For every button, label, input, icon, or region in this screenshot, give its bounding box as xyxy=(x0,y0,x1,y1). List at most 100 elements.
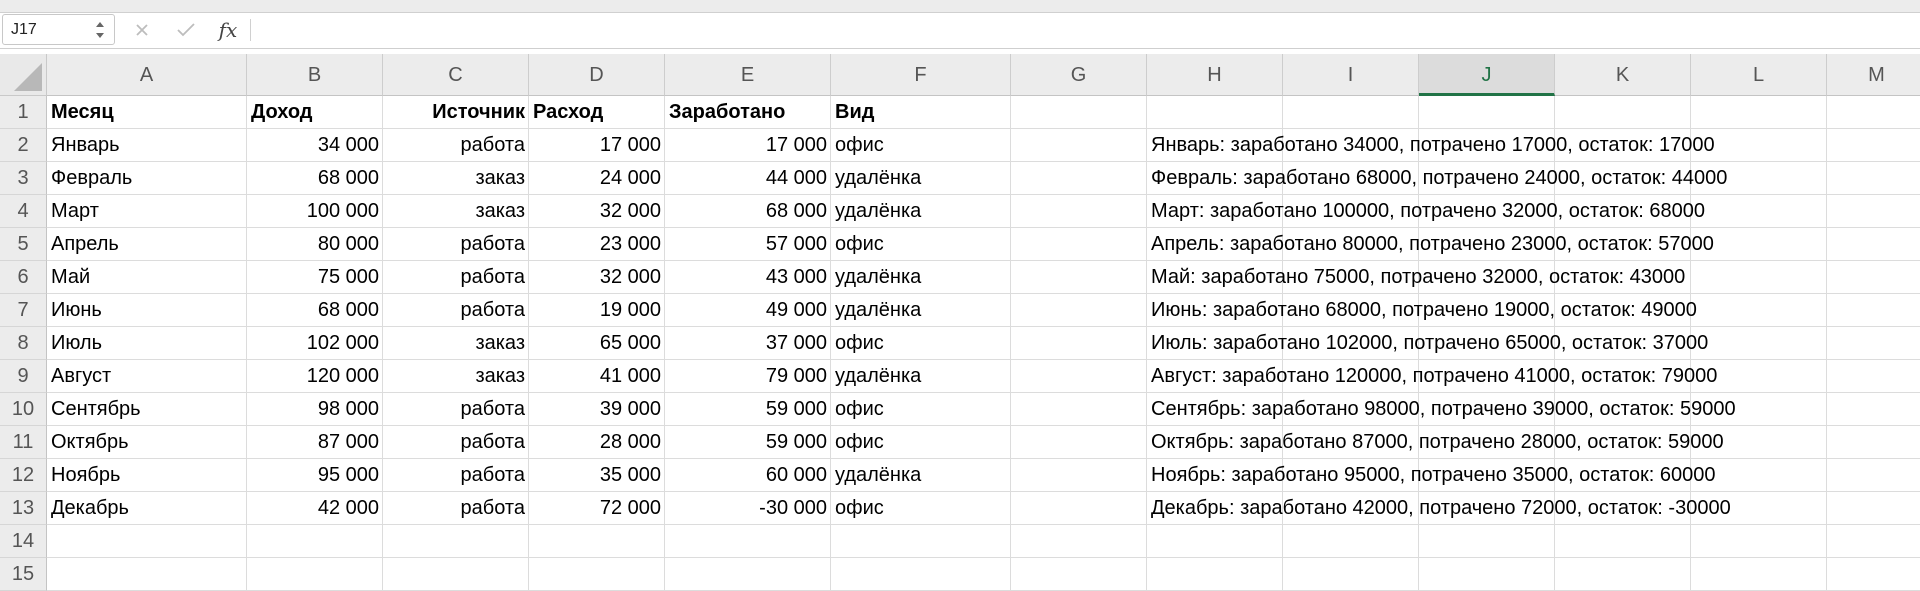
table-cell-kind[interactable]: удалёнка xyxy=(831,294,1011,327)
empty-cell[interactable] xyxy=(1827,261,1920,294)
empty-cell[interactable] xyxy=(1691,96,1827,129)
name-box[interactable]: J17 xyxy=(2,14,115,45)
table-cell-earned[interactable]: 68 000 xyxy=(665,195,831,228)
table-cell-source[interactable]: работа xyxy=(383,129,529,162)
empty-cell[interactable] xyxy=(1419,96,1555,129)
empty-cell[interactable] xyxy=(1011,360,1147,393)
cancel-icon[interactable] xyxy=(128,16,156,44)
select-all-corner[interactable] xyxy=(0,54,47,96)
empty-cell[interactable] xyxy=(665,558,831,591)
empty-cell[interactable] xyxy=(665,525,831,558)
table-cell-kind[interactable]: офис xyxy=(831,228,1011,261)
empty-cell[interactable] xyxy=(1827,558,1920,591)
empty-cell[interactable] xyxy=(1011,393,1147,426)
table-cell-source[interactable]: заказ xyxy=(383,360,529,393)
empty-cell[interactable] xyxy=(383,525,529,558)
table-cell-expense[interactable]: 65 000 xyxy=(529,327,665,360)
empty-cell[interactable] xyxy=(383,558,529,591)
table-cell-kind[interactable]: удалёнка xyxy=(831,261,1011,294)
row-header-6[interactable]: 6 xyxy=(0,261,47,294)
empty-cell[interactable] xyxy=(1827,327,1920,360)
table-cell-source[interactable]: заказ xyxy=(383,162,529,195)
table-cell-source[interactable]: работа xyxy=(383,294,529,327)
empty-cell[interactable] xyxy=(1283,525,1419,558)
table-cell-income[interactable]: 75 000 xyxy=(247,261,383,294)
empty-cell[interactable] xyxy=(1827,228,1920,261)
table-cell-earned[interactable]: 57 000 xyxy=(665,228,831,261)
table-cell-income[interactable]: 120 000 xyxy=(247,360,383,393)
table-cell-earned[interactable]: 44 000 xyxy=(665,162,831,195)
empty-cell[interactable] xyxy=(1011,327,1147,360)
row-header-4[interactable]: 4 xyxy=(0,195,47,228)
empty-cell[interactable] xyxy=(1827,492,1920,525)
empty-cell[interactable] xyxy=(1011,558,1147,591)
table-cell-expense[interactable]: 35 000 xyxy=(529,459,665,492)
empty-cell[interactable] xyxy=(1011,261,1147,294)
row-header-1[interactable]: 1 xyxy=(0,96,47,129)
empty-cell[interactable] xyxy=(529,525,665,558)
column-header-g[interactable]: G xyxy=(1011,54,1147,96)
summary-cell[interactable]: Август: заработано 120000, потрачено 410… xyxy=(1147,360,1722,393)
table-cell-month[interactable]: Сентябрь xyxy=(47,393,247,426)
empty-cell[interactable] xyxy=(1827,129,1920,162)
header-cell[interactable]: Месяц xyxy=(47,96,247,129)
row-header-10[interactable]: 10 xyxy=(0,393,47,426)
empty-cell[interactable] xyxy=(1419,558,1555,591)
empty-cell[interactable] xyxy=(1827,426,1920,459)
empty-cell[interactable] xyxy=(831,558,1011,591)
table-cell-income[interactable]: 95 000 xyxy=(247,459,383,492)
empty-cell[interactable] xyxy=(1011,525,1147,558)
table-cell-income[interactable]: 80 000 xyxy=(247,228,383,261)
table-cell-source[interactable]: работа xyxy=(383,459,529,492)
summary-cell[interactable]: Ноябрь: заработано 95000, потрачено 3500… xyxy=(1147,459,1720,492)
table-cell-source[interactable]: работа xyxy=(383,228,529,261)
empty-cell[interactable] xyxy=(1827,459,1920,492)
row-header-9[interactable]: 9 xyxy=(0,360,47,393)
empty-cell[interactable] xyxy=(1011,129,1147,162)
table-cell-expense[interactable]: 41 000 xyxy=(529,360,665,393)
table-cell-kind[interactable]: удалёнка xyxy=(831,162,1011,195)
table-cell-source[interactable]: заказ xyxy=(383,195,529,228)
empty-cell[interactable] xyxy=(1011,96,1147,129)
summary-cell[interactable]: Март: заработано 100000, потрачено 32000… xyxy=(1147,195,1710,228)
function-icon[interactable]: fx xyxy=(214,16,242,44)
table-cell-kind[interactable]: удалёнка xyxy=(831,195,1011,228)
empty-cell[interactable] xyxy=(1011,426,1147,459)
row-header-5[interactable]: 5 xyxy=(0,228,47,261)
row-header-14[interactable]: 14 xyxy=(0,525,47,558)
empty-cell[interactable] xyxy=(247,558,383,591)
header-cell[interactable]: Расход xyxy=(529,96,665,129)
empty-cell[interactable] xyxy=(1147,558,1283,591)
column-header-f[interactable]: F xyxy=(831,54,1011,96)
empty-cell[interactable] xyxy=(1147,525,1283,558)
summary-cell[interactable]: Январь: заработано 34000, потрачено 1700… xyxy=(1147,129,1719,162)
table-cell-source[interactable]: работа xyxy=(383,261,529,294)
column-header-m[interactable]: M xyxy=(1827,54,1920,96)
table-cell-month[interactable]: Август xyxy=(47,360,247,393)
table-cell-month[interactable]: Март xyxy=(47,195,247,228)
table-cell-expense[interactable]: 32 000 xyxy=(529,195,665,228)
table-cell-expense[interactable]: 19 000 xyxy=(529,294,665,327)
table-cell-kind[interactable]: удалёнка xyxy=(831,360,1011,393)
table-cell-income[interactable]: 102 000 xyxy=(247,327,383,360)
table-cell-source[interactable]: работа xyxy=(383,393,529,426)
row-header-3[interactable]: 3 xyxy=(0,162,47,195)
table-cell-income[interactable]: 42 000 xyxy=(247,492,383,525)
table-cell-expense[interactable]: 17 000 xyxy=(529,129,665,162)
table-cell-month[interactable]: Декабрь xyxy=(47,492,247,525)
column-header-l[interactable]: L xyxy=(1691,54,1827,96)
empty-cell[interactable] xyxy=(1555,96,1691,129)
column-header-h[interactable]: H xyxy=(1147,54,1283,96)
empty-cell[interactable] xyxy=(1011,294,1147,327)
empty-cell[interactable] xyxy=(1011,228,1147,261)
table-cell-earned[interactable]: 59 000 xyxy=(665,393,831,426)
row-header-15[interactable]: 15 xyxy=(0,558,47,591)
column-header-a[interactable]: A xyxy=(47,54,247,96)
row-header-11[interactable]: 11 xyxy=(0,426,47,459)
table-cell-income[interactable]: 68 000 xyxy=(247,294,383,327)
empty-cell[interactable] xyxy=(1691,525,1827,558)
column-header-k[interactable]: K xyxy=(1555,54,1691,96)
header-cell[interactable]: Вид xyxy=(831,96,1011,129)
table-cell-earned[interactable]: 43 000 xyxy=(665,261,831,294)
table-cell-month[interactable]: Октябрь xyxy=(47,426,247,459)
